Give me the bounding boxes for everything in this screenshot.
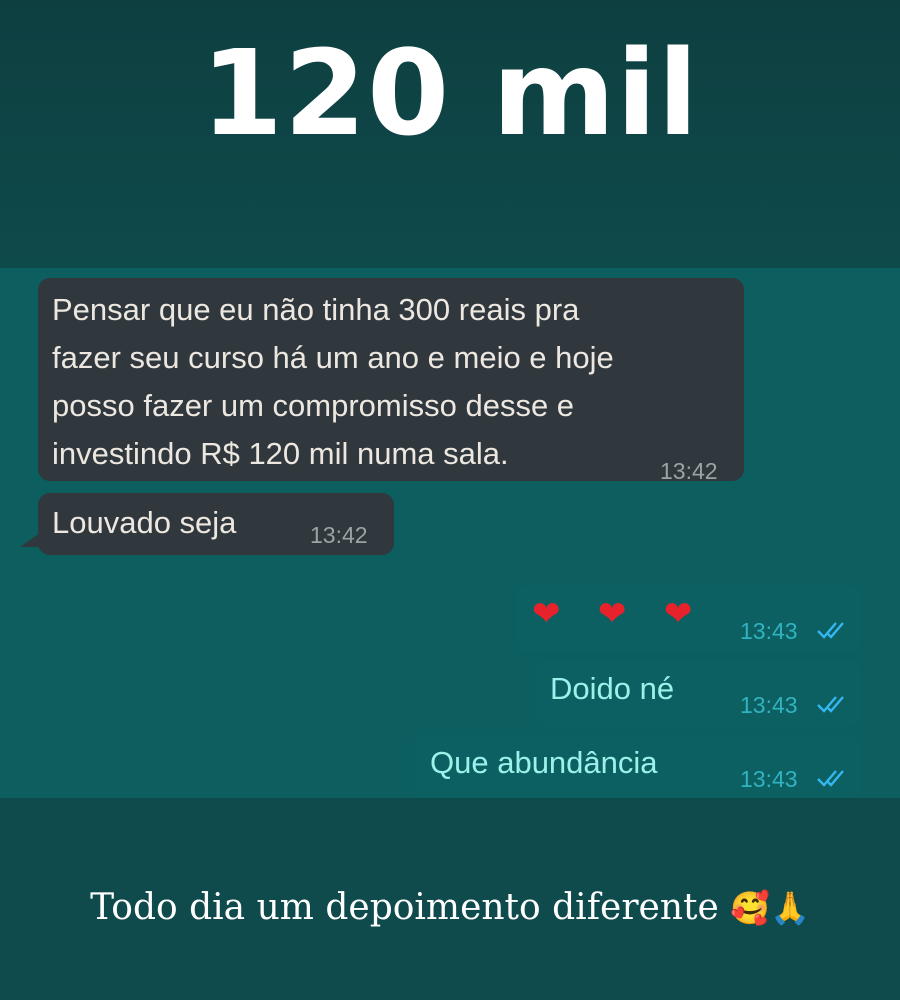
message-time: 13:43 <box>740 692 798 718</box>
chat-area: Pensar que eu não tinha 300 reais pra fa… <box>0 268 900 800</box>
double-check-icon <box>817 622 844 639</box>
outgoing-message[interactable]: Que abundância 13:43 <box>414 734 861 800</box>
message-time: 13:43 <box>740 618 798 644</box>
incoming-message[interactable]: Pensar que eu não tinha 300 reais pra fa… <box>38 278 744 484</box>
message-line: fazer seu curso há um ano e meio e hoje <box>52 340 614 375</box>
message-time: 13:43 <box>740 766 798 792</box>
message-line: Pensar que eu não tinha 300 reais pra <box>52 292 580 327</box>
bubble-tail <box>20 533 40 547</box>
double-check-icon <box>817 696 844 713</box>
story-caption: Todo dia um depoimento diferente 🥰🙏 <box>0 878 900 938</box>
outgoing-message[interactable]: Doido né 13:43 <box>536 660 861 726</box>
message-text: Pensar que eu não tinha 300 reais pra fa… <box>52 286 652 478</box>
message-text: Louvado seja <box>52 505 237 540</box>
smiling-hearts-praying-hands-icon: 🥰🙏 <box>730 889 810 927</box>
message-text: Que abundância <box>430 745 658 780</box>
message-text: Doido né <box>550 671 675 706</box>
message-time: 13:42 <box>660 458 718 484</box>
message-line: posso fazer um compromisso desse e <box>52 388 575 423</box>
caption-text: Todo dia um depoimento diferente <box>90 887 719 928</box>
headline-title: 120 mil <box>200 24 700 162</box>
hearts-text: ❤ ❤ ❤ <box>532 595 707 633</box>
message-time: 13:42 <box>310 522 368 548</box>
incoming-message[interactable]: Louvado seja 13:42 <box>38 493 394 555</box>
message-line: investindo R$ 120 mil numa sala. <box>52 436 509 471</box>
double-check-icon <box>817 770 844 787</box>
headline-band: 120 mil <box>0 0 900 268</box>
outgoing-message[interactable]: ❤ ❤ ❤ 13:43 <box>516 586 861 652</box>
